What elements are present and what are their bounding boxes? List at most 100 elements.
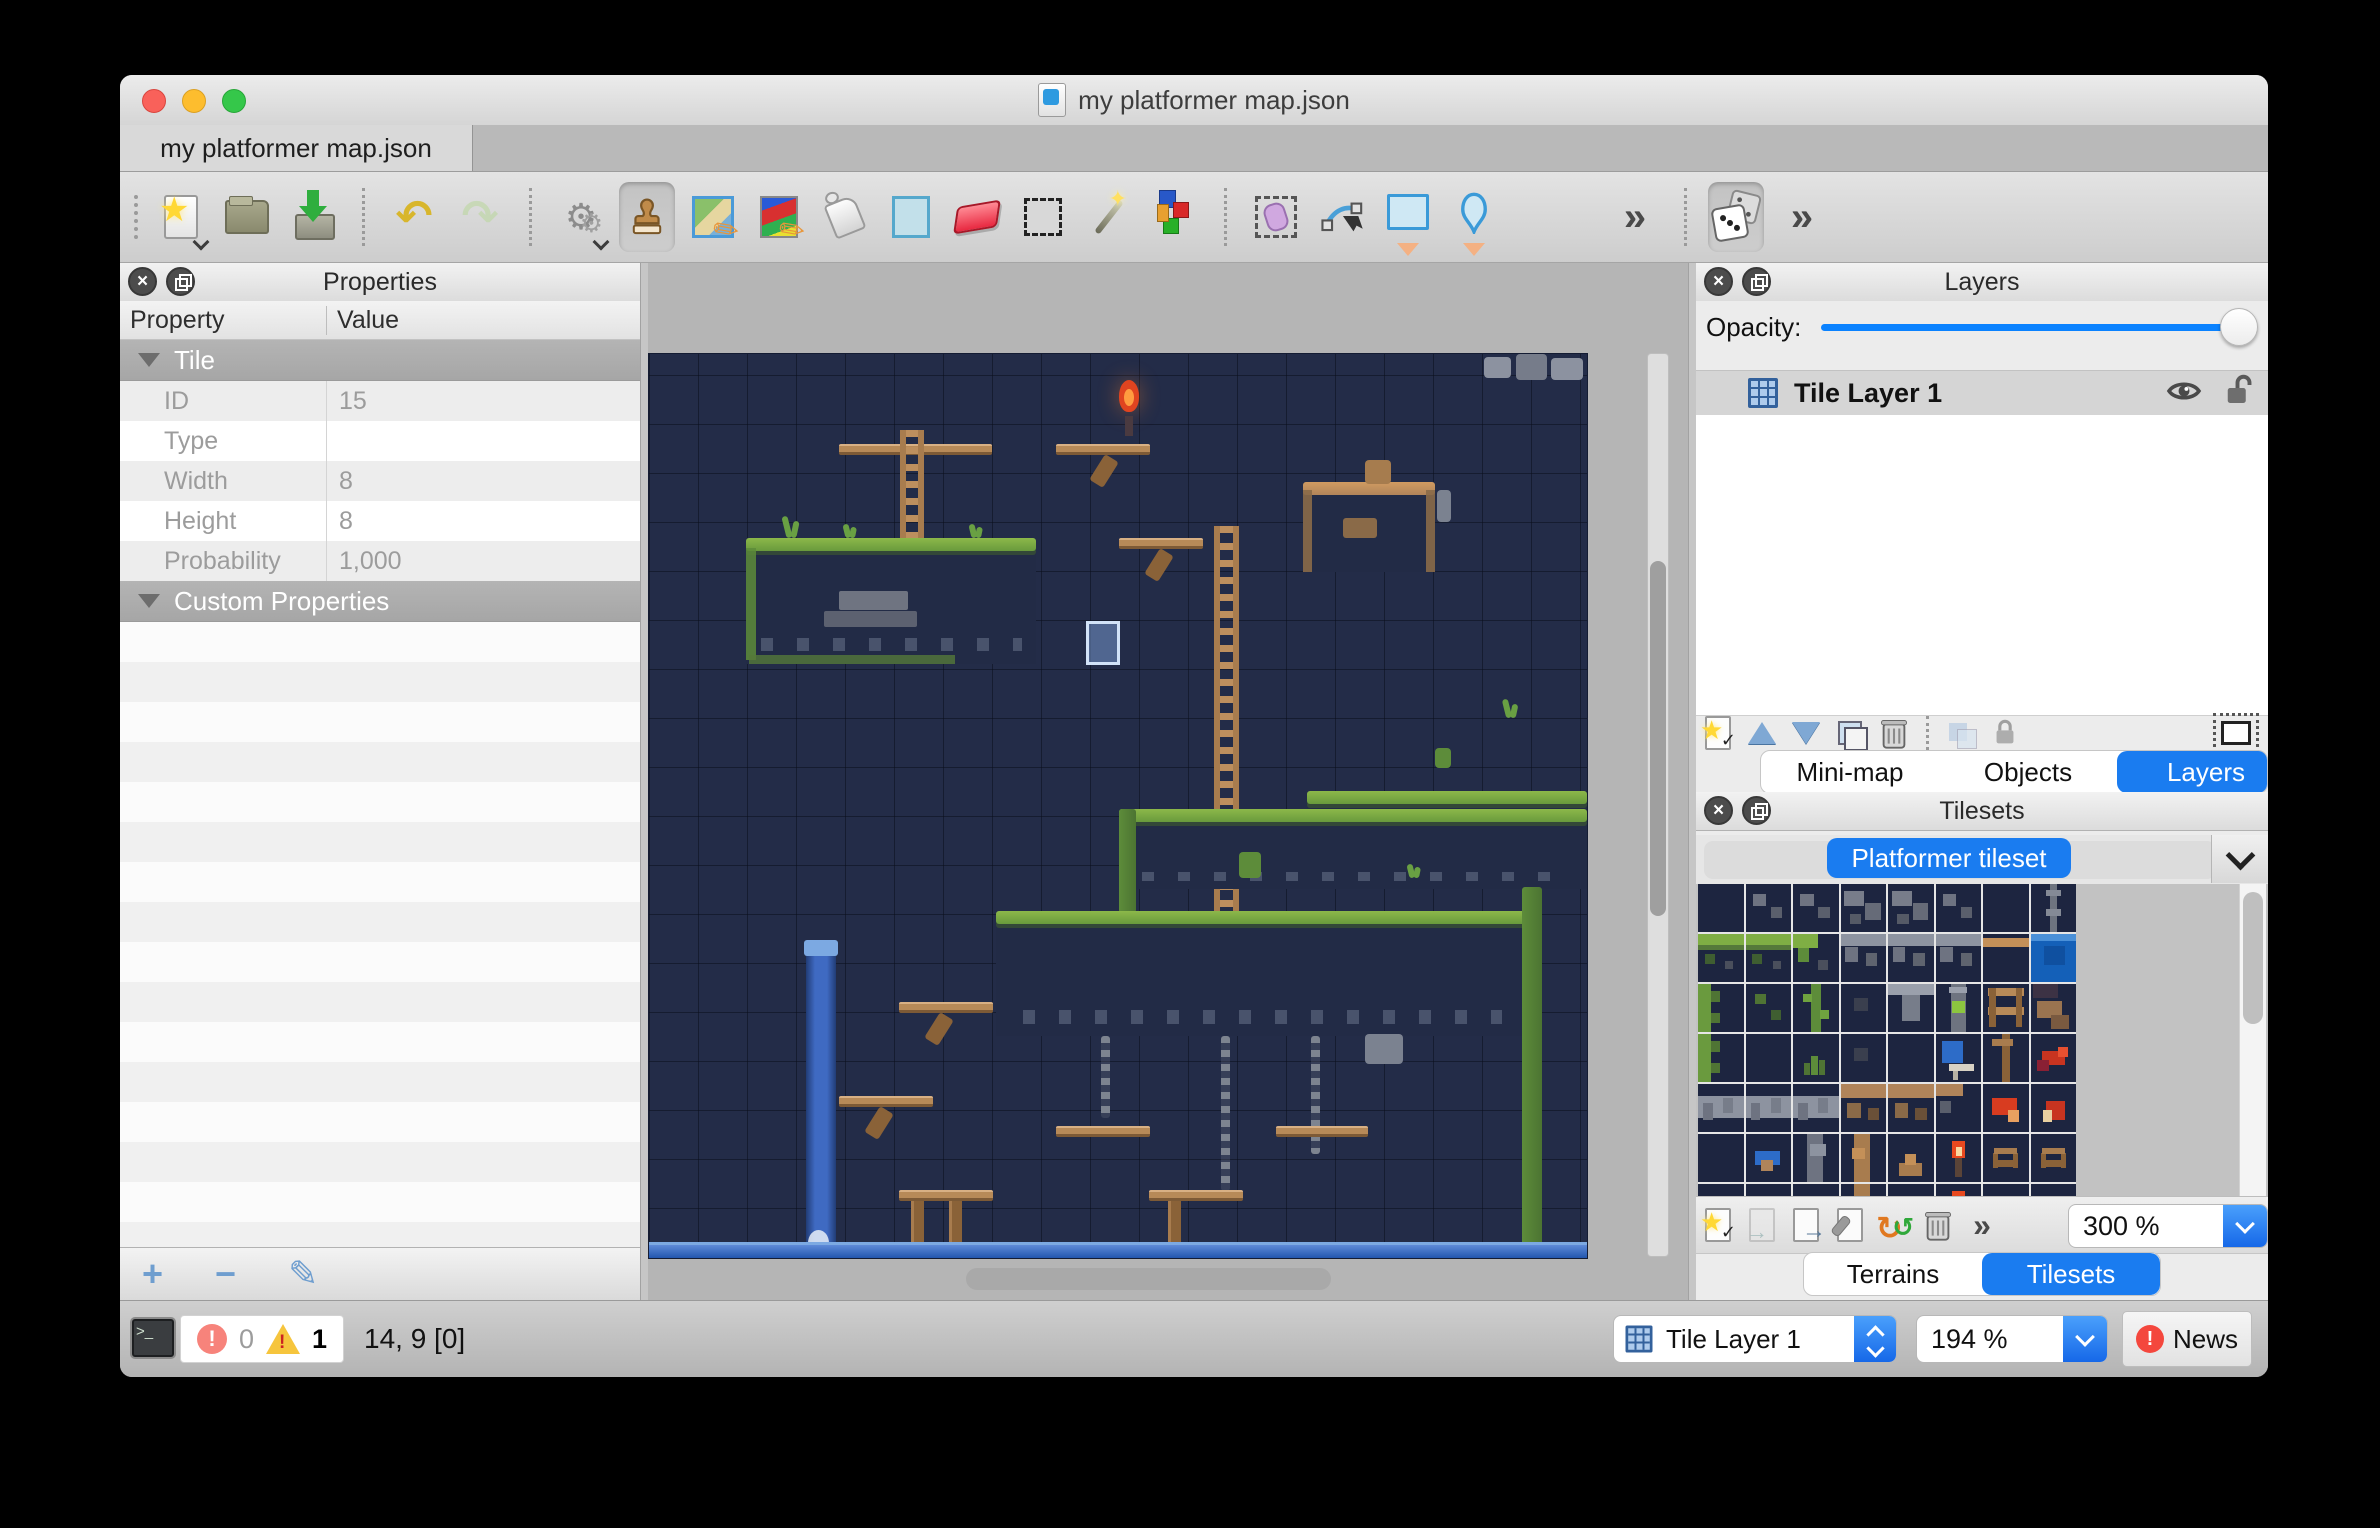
new-layer-button[interactable]: ★✓	[1696, 715, 1740, 751]
tileset-tile-r4c2[interactable]	[1793, 1084, 1839, 1132]
tileset-tile-r1c3[interactable]	[1841, 934, 1887, 982]
edit-tileset-button[interactable]	[1828, 1207, 1872, 1243]
tileset-tile-r4c0[interactable]	[1698, 1084, 1744, 1132]
tileset-tile-r1c0[interactable]	[1698, 934, 1744, 982]
edit-property-button[interactable]: ✎	[288, 1256, 318, 1292]
bucket-fill-tool-button[interactable]	[817, 182, 873, 252]
tileset-dock-tab-terrains[interactable]: Terrains	[1804, 1253, 1982, 1295]
tileset-tile-r2c0[interactable]	[1698, 984, 1744, 1032]
toggle-other-layers-button[interactable]	[1939, 715, 1983, 751]
tileset-tile-r6c7[interactable]	[2031, 1184, 2077, 1196]
tileset-zoom-combo[interactable]: 300 %	[2068, 1204, 2268, 1248]
tileset-tile-r6c6[interactable]	[1983, 1184, 2029, 1196]
map-cursor[interactable]	[1086, 621, 1120, 665]
tileset-tile-r6c0[interactable]	[1698, 1184, 1744, 1196]
rectangular-select-button[interactable]	[1015, 182, 1071, 252]
tileset-tile-r6c1[interactable]	[1746, 1184, 1792, 1196]
tab-document[interactable]: my platformer map.json	[120, 125, 473, 171]
tileset-tile-r2c7[interactable]	[2031, 984, 2077, 1032]
tileset-tile-r1c5[interactable]	[1936, 934, 1982, 982]
tileset-tile-r4c7[interactable]	[2031, 1084, 2077, 1132]
tileset-tile-r3c3[interactable]	[1841, 1034, 1887, 1082]
news-button[interactable]: ! News	[2122, 1311, 2252, 1367]
wang-brush-button[interactable]: ✎	[751, 182, 807, 252]
tileset-tile-r5c4[interactable]	[1888, 1134, 1934, 1182]
toolbar-overflow-button[interactable]: »	[1774, 182, 1830, 252]
tileset-tile-r3c4[interactable]	[1888, 1034, 1934, 1082]
undo-button[interactable]: ↶	[386, 182, 442, 252]
tileset-tile-r3c0[interactable]	[1698, 1034, 1744, 1082]
tileset-dock-tab-tilesets[interactable]: Tilesets	[1982, 1253, 2160, 1295]
tileset-tile-r2c4[interactable]	[1888, 984, 1934, 1032]
insert-rectangle-button[interactable]	[1380, 182, 1436, 252]
tileset-tab-platformer[interactable]: Platformer tileset	[1827, 838, 2071, 878]
remove-property-button[interactable]: −	[215, 1256, 236, 1292]
tileset-tile-r5c0[interactable]	[1698, 1134, 1744, 1182]
toolbar-drag-handle[interactable]	[134, 195, 138, 239]
highlight-current-layer-button[interactable]	[2214, 715, 2258, 751]
random-mode-button[interactable]	[1708, 182, 1764, 252]
map-view[interactable]	[648, 263, 1688, 1300]
remove-tileset-button[interactable]	[1916, 1207, 1960, 1243]
tileset-tile-r4c3[interactable]	[1841, 1084, 1887, 1132]
issues-counter[interactable]: ! 0 ! 1	[180, 1315, 344, 1363]
tileset-tile-r4c6[interactable]	[1983, 1084, 2029, 1132]
tileset-tile-r1c4[interactable]	[1888, 934, 1934, 982]
property-group-custom-properties[interactable]: Custom Properties	[120, 581, 640, 622]
tileset-tile-r1c6[interactable]	[1983, 934, 2029, 982]
tileset-tile-r3c1[interactable]	[1746, 1034, 1792, 1082]
property-row-height[interactable]: Height8	[120, 501, 640, 541]
current-layer-select[interactable]: Tile Layer 1	[1613, 1315, 1897, 1363]
tileset-tile-r0c1[interactable]	[1746, 884, 1792, 932]
map-zoom-dropdown[interactable]	[2063, 1316, 2107, 1362]
layer-list-area[interactable]	[1696, 415, 2268, 716]
select-same-tile-button[interactable]	[1147, 182, 1203, 252]
tileset-zoom-dropdown[interactable]	[2223, 1205, 2267, 1247]
tileset-tile-r1c2[interactable]	[1793, 934, 1839, 982]
tileset-tile-r1c7[interactable]	[2031, 934, 2077, 982]
map-horizontal-scrollbar[interactable]	[966, 1268, 1331, 1290]
eraser-button[interactable]	[949, 182, 1005, 252]
tileset-tile-r3c7[interactable]	[2031, 1034, 2077, 1082]
tileset-tile-r0c5[interactable]	[1936, 884, 1982, 932]
redo-button[interactable]: ↷	[452, 182, 508, 252]
tileset-tile-r0c3[interactable]	[1841, 884, 1887, 932]
tileset-tile-r5c5[interactable]	[1936, 1134, 1982, 1182]
save-file-button[interactable]	[285, 182, 341, 252]
terrain-brush-button[interactable]: ✎	[685, 182, 741, 252]
tileset-tile-r2c6[interactable]	[1983, 984, 2029, 1032]
layer-row-tile-layer-1[interactable]: Tile Layer 1	[1696, 370, 2268, 416]
tileset-tile-r0c7[interactable]	[2031, 884, 2077, 932]
reload-tileset-button[interactable]: ↻↺	[1872, 1207, 1916, 1243]
export-tileset-button[interactable]: →	[1784, 1207, 1828, 1243]
dock-tab-objects[interactable]: Objects	[1939, 751, 2117, 793]
tileset-tile-r5c1[interactable]	[1746, 1134, 1792, 1182]
vscroll-thumb[interactable]	[1650, 561, 1666, 916]
insert-point-button[interactable]	[1446, 182, 1502, 252]
map-vertical-scrollbar[interactable]	[1647, 353, 1669, 1257]
tileset-tile-r5c6[interactable]	[1983, 1134, 2029, 1182]
map-zoom-combo[interactable]: 194 %	[1916, 1315, 2108, 1363]
tileset-tile-r2c1[interactable]	[1746, 984, 1792, 1032]
dock-tab-layers[interactable]: Layers	[2117, 751, 2268, 793]
layer-unlocked-icon[interactable]	[2224, 374, 2254, 413]
property-row-probability[interactable]: Probability1,000	[120, 541, 640, 581]
tileset-tile-r2c2[interactable]	[1793, 984, 1839, 1032]
lower-layer-button[interactable]	[1784, 715, 1828, 751]
open-file-button[interactable]	[219, 182, 275, 252]
tileset-tile-r3c5[interactable]	[1936, 1034, 1982, 1082]
tileset-tile-r5c3[interactable]	[1841, 1134, 1887, 1182]
tileset-tile-r6c5[interactable]	[1936, 1184, 1982, 1196]
tileset-tile-r5c7[interactable]	[2031, 1134, 2077, 1182]
opacity-slider-thumb[interactable]	[2220, 308, 2258, 346]
opacity-slider[interactable]	[1821, 324, 2242, 331]
tileset-tile-r5c2[interactable]	[1793, 1134, 1839, 1182]
tileset-tile-r0c2[interactable]	[1793, 884, 1839, 932]
tileset-tile-r6c2[interactable]	[1793, 1184, 1839, 1196]
magic-wand-button[interactable]: ✦	[1081, 182, 1137, 252]
tileset-tile-r4c1[interactable]	[1746, 1084, 1792, 1132]
property-row-id[interactable]: ID15	[120, 381, 640, 421]
layer-select-stepper[interactable]	[1854, 1316, 1896, 1362]
tileset-overflow-button[interactable]: »	[1960, 1207, 2004, 1243]
new-map-button[interactable]: ★	[153, 182, 209, 252]
